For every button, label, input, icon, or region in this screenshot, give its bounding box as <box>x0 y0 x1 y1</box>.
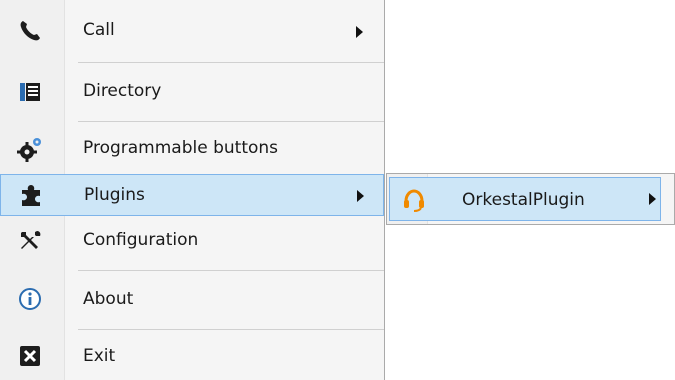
gears-icon <box>16 135 44 163</box>
phone-icon <box>16 17 44 45</box>
menu-item-plugins[interactable]: Plugins <box>0 174 384 216</box>
puzzle-icon <box>17 181 45 209</box>
menu-item-label: Directory <box>83 81 162 101</box>
menu-item-label: Call <box>83 20 115 40</box>
submenu-arrow-icon <box>356 26 363 38</box>
menu-item-call[interactable]: Call <box>0 6 384 56</box>
menu-separator <box>78 62 384 63</box>
submenu-arrow-icon <box>649 193 656 205</box>
menu-separator <box>78 121 384 122</box>
menu-item-about[interactable]: About <box>0 272 384 328</box>
submenu-item-label: OrkestalPlugin <box>462 190 585 210</box>
headset-icon <box>400 186 428 214</box>
menu-item-label: Programmable buttons <box>83 138 279 158</box>
menu-item-directory[interactable]: Directory <box>0 64 384 120</box>
plugins-submenu: OrkestalPlugin <box>386 173 675 225</box>
tools-icon <box>16 227 44 255</box>
menu-item-label: About <box>83 289 134 309</box>
menu-item-exit[interactable]: Exit <box>0 332 384 380</box>
menu-item-label: Plugins <box>84 185 145 205</box>
menu-separator <box>78 329 384 330</box>
directory-icon <box>16 78 44 106</box>
menu-item-label: Configuration <box>83 230 199 250</box>
exit-icon <box>16 342 44 370</box>
context-menu: Call Directory Programmable buttons Plug… <box>0 0 385 380</box>
menu-separator <box>78 270 384 271</box>
info-icon <box>16 285 44 313</box>
submenu-arrow-icon <box>357 190 364 202</box>
menu-item-programmable-buttons[interactable]: Programmable buttons <box>0 124 384 174</box>
menu-item-label: Exit <box>83 346 116 366</box>
submenu-item-orkestalplugin[interactable]: OrkestalPlugin <box>389 177 661 221</box>
menu-item-configuration[interactable]: Configuration <box>0 218 384 268</box>
